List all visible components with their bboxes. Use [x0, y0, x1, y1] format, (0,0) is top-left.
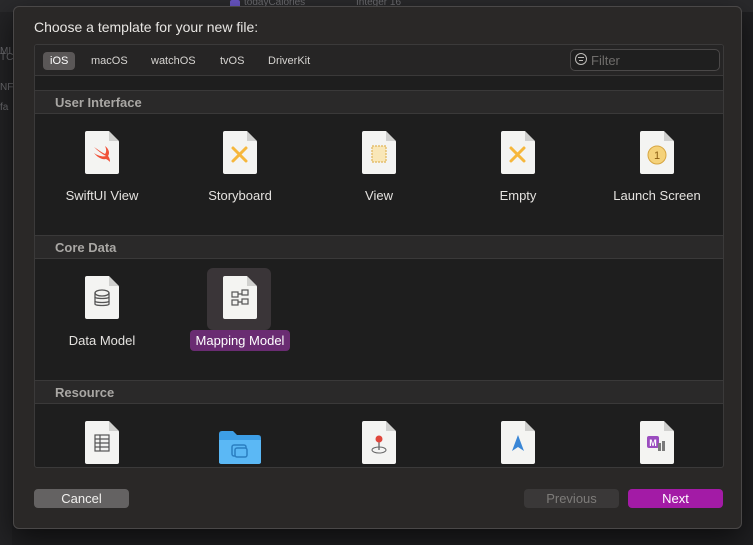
filter-field[interactable] [570, 49, 720, 71]
template-label: Empty [499, 188, 537, 203]
filter-input[interactable] [591, 50, 711, 70]
ml-glyph-icon: M [647, 436, 665, 451]
cancel-button[interactable]: Cancel [34, 489, 129, 508]
empty-glyph-icon [509, 146, 526, 163]
storyboard-glyph-icon [231, 146, 248, 163]
previous-button[interactable]: Previous [524, 489, 619, 508]
tab-driverkit[interactable]: DriverKit [261, 52, 317, 70]
tab-macos[interactable]: macOS [84, 52, 135, 70]
new-file-template-dialog: Choose a template for your new file: iOS… [13, 6, 742, 529]
launch-glyph-icon: 1 [647, 145, 667, 165]
template-panel: iOS macOS watchOS tvOS DriverKit User In… [34, 44, 724, 468]
asset-catalog-folder-icon [219, 431, 261, 464]
swift-logo-icon [94, 146, 110, 162]
tab-ios[interactable]: iOS [43, 52, 76, 70]
view-glyph-icon [371, 145, 387, 163]
dialog-title: Choose a template for your new file: [34, 19, 259, 35]
template-label: Launch Screen [613, 188, 701, 203]
template-label: Mapping Model [185, 330, 295, 351]
tab-tvos[interactable]: tvOS [213, 52, 251, 70]
svg-text:1: 1 [654, 150, 660, 162]
table-glyph-icon [94, 434, 110, 452]
map-pin-glyph-icon [371, 435, 387, 454]
route-glyph-icon [512, 435, 524, 451]
template-label: Data Model [68, 333, 136, 348]
background-side-label: NF [0, 82, 14, 93]
section-header-core-data: Core Data [35, 235, 723, 259]
template-label: SwiftUI View [65, 188, 139, 203]
section-header-resource: Resource [35, 380, 723, 404]
next-button[interactable]: Next [628, 489, 723, 508]
mapping-glyph-icon [231, 289, 249, 306]
template-label: Storyboard [208, 188, 272, 203]
svg-text:M: M [649, 438, 657, 448]
filter-icon [575, 53, 587, 65]
background-side-label: TC [0, 52, 14, 63]
background-side-label: fa [0, 102, 9, 113]
section-header-user-interface: User Interface [35, 90, 723, 114]
template-list[interactable]: User Interface SwiftUI View Storyboard V… [35, 76, 723, 467]
platform-tab-bar: iOS macOS watchOS tvOS DriverKit [35, 45, 723, 76]
template-label: View [365, 188, 393, 203]
database-glyph-icon [94, 289, 110, 307]
tab-watchos[interactable]: watchOS [144, 52, 203, 70]
